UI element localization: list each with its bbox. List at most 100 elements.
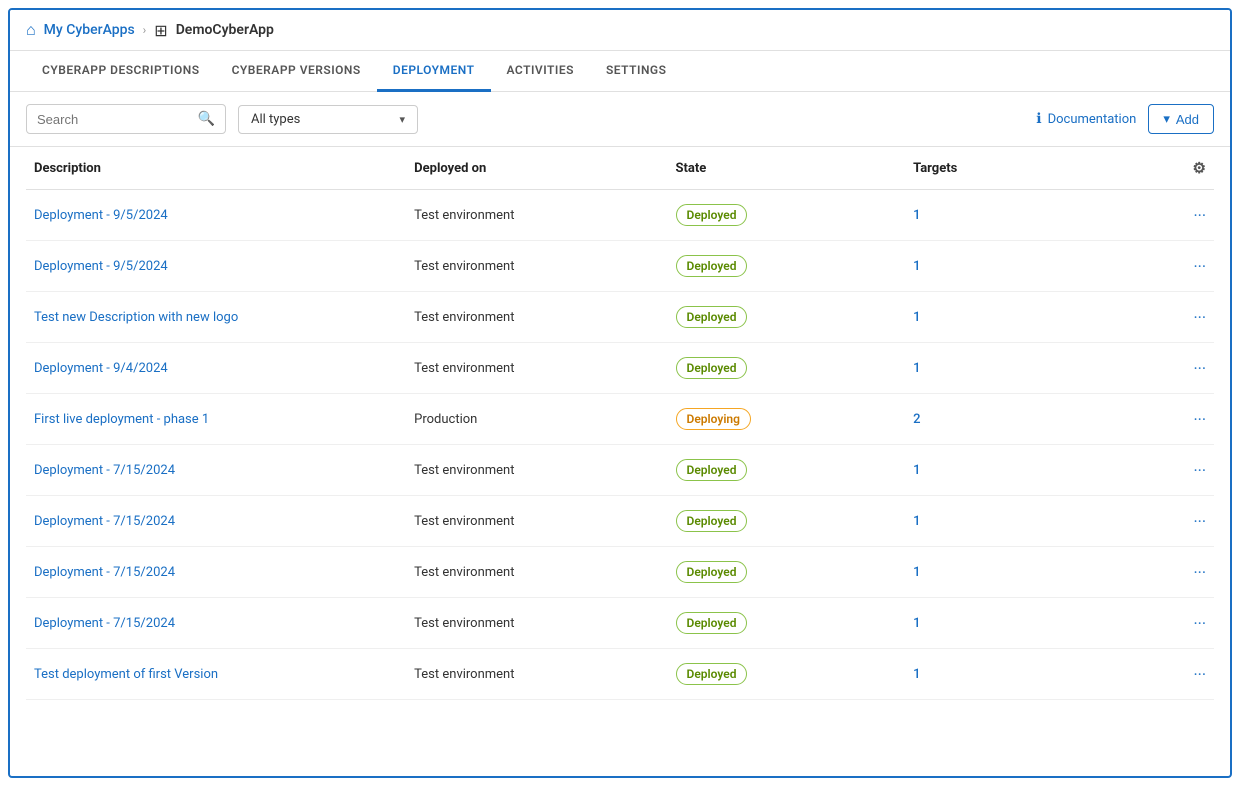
add-button[interactable]: ▾ Add — [1148, 104, 1214, 134]
cell-description: Deployment - 9/5/2024 — [26, 241, 406, 292]
cell-actions: ··· — [1119, 496, 1214, 547]
more-options-icon[interactable]: ··· — [1127, 512, 1206, 531]
cell-deployed-on: Test environment — [406, 343, 667, 394]
description-link[interactable]: Deployment - 9/5/2024 — [34, 259, 168, 274]
gear-icon[interactable]: ⚙ — [1193, 159, 1206, 177]
cell-targets: 1 — [905, 292, 1119, 343]
tab-deployment[interactable]: DEPLOYMENT — [377, 51, 491, 92]
targets-count[interactable]: 2 — [913, 412, 920, 427]
cell-targets: 1 — [905, 190, 1119, 241]
tab-versions[interactable]: CYBERAPP VERSIONS — [216, 51, 377, 92]
cell-description: Deployment - 7/15/2024 — [26, 547, 406, 598]
targets-count[interactable]: 1 — [913, 259, 920, 274]
cell-targets: 1 — [905, 547, 1119, 598]
state-badge: Deployed — [676, 612, 748, 634]
description-link[interactable]: Deployment - 7/15/2024 — [34, 463, 175, 478]
targets-count[interactable]: 1 — [913, 208, 920, 223]
home-icon: ⌂ — [26, 20, 36, 40]
targets-count[interactable]: 1 — [913, 463, 920, 478]
description-link[interactable]: Deployment - 9/4/2024 — [34, 361, 168, 376]
cell-deployed-on: Test environment — [406, 190, 667, 241]
more-options-icon[interactable]: ··· — [1127, 257, 1206, 276]
cell-targets: 1 — [905, 649, 1119, 700]
description-link[interactable]: Deployment - 7/15/2024 — [34, 616, 175, 631]
breadcrumb-current: DemoCyberApp — [176, 22, 274, 38]
table-row: Deployment - 7/15/2024 Test environment … — [26, 547, 1214, 598]
main-container: ⌂ My CyberApps › ⊞ DemoCyberApp CYBERAPP… — [8, 8, 1232, 778]
cell-state: Deployed — [668, 343, 906, 394]
search-box[interactable]: 🔍 — [26, 104, 226, 134]
col-header-description: Description — [26, 147, 406, 190]
cell-description: Test new Description with new logo — [26, 292, 406, 343]
description-link[interactable]: Deployment - 7/15/2024 — [34, 514, 175, 529]
cell-description: First live deployment - phase 1 — [26, 394, 406, 445]
state-badge: Deployed — [676, 510, 748, 532]
cell-description: Deployment - 9/4/2024 — [26, 343, 406, 394]
state-badge: Deployed — [676, 459, 748, 481]
more-options-icon[interactable]: ··· — [1127, 308, 1206, 327]
filter-label: All types — [251, 112, 300, 127]
targets-count[interactable]: 1 — [913, 565, 920, 580]
description-link[interactable]: Deployment - 9/5/2024 — [34, 208, 168, 223]
cell-state: Deployed — [668, 445, 906, 496]
description-link[interactable]: Test new Description with new logo — [34, 310, 238, 325]
cell-deployed-on: Test environment — [406, 241, 667, 292]
breadcrumb-home-link[interactable]: My CyberApps — [44, 22, 135, 38]
targets-count[interactable]: 1 — [913, 514, 920, 529]
chevron-down-icon-add: ▾ — [1163, 111, 1170, 127]
type-filter-dropdown[interactable]: All types ▾ — [238, 105, 418, 134]
col-header-targets: Targets — [905, 147, 1119, 190]
more-options-icon[interactable]: ··· — [1127, 206, 1206, 225]
grid-icon: ⊞ — [154, 21, 167, 40]
cell-actions: ··· — [1119, 394, 1214, 445]
search-input[interactable] — [37, 112, 192, 127]
cell-description: Deployment - 9/5/2024 — [26, 190, 406, 241]
description-link[interactable]: Deployment - 7/15/2024 — [34, 565, 175, 580]
cell-deployed-on: Test environment — [406, 292, 667, 343]
add-label: Add — [1176, 112, 1199, 127]
cell-deployed-on: Test environment — [406, 496, 667, 547]
state-badge: Deployed — [676, 663, 748, 685]
tab-descriptions[interactable]: CYBERAPP DESCRIPTIONS — [26, 51, 216, 92]
tab-activities[interactable]: ACTIVITIES — [491, 51, 590, 92]
col-header-deployed-on: Deployed on — [406, 147, 667, 190]
more-options-icon[interactable]: ··· — [1127, 410, 1206, 429]
cell-deployed-on: Test environment — [406, 445, 667, 496]
targets-count[interactable]: 1 — [913, 616, 920, 631]
tab-settings[interactable]: SETTINGS — [590, 51, 683, 92]
cell-state: Deployed — [668, 496, 906, 547]
cell-targets: 1 — [905, 445, 1119, 496]
description-link[interactable]: Test deployment of first Version — [34, 667, 218, 682]
state-badge: Deployed — [676, 255, 748, 277]
cell-actions: ··· — [1119, 649, 1214, 700]
more-options-icon[interactable]: ··· — [1127, 563, 1206, 582]
cell-state: Deployed — [668, 547, 906, 598]
cell-deployed-on: Test environment — [406, 649, 667, 700]
more-options-icon[interactable]: ··· — [1127, 614, 1206, 633]
state-badge: Deployed — [676, 357, 748, 379]
more-options-icon[interactable]: ··· — [1127, 665, 1206, 684]
cell-targets: 1 — [905, 241, 1119, 292]
cell-actions: ··· — [1119, 292, 1214, 343]
col-header-actions[interactable]: ⚙ — [1119, 147, 1214, 190]
col-header-state: State — [668, 147, 906, 190]
more-options-icon[interactable]: ··· — [1127, 461, 1206, 480]
cell-state: Deployed — [668, 598, 906, 649]
chevron-down-icon: ▾ — [399, 113, 405, 126]
cell-targets: 1 — [905, 496, 1119, 547]
description-link[interactable]: First live deployment - phase 1 — [34, 412, 209, 427]
table-row: Test new Description with new logo Test … — [26, 292, 1214, 343]
targets-count[interactable]: 1 — [913, 310, 920, 325]
cell-state: Deployed — [668, 292, 906, 343]
cell-description: Deployment - 7/15/2024 — [26, 445, 406, 496]
search-icon: 🔍 — [198, 111, 215, 127]
cell-targets: 1 — [905, 343, 1119, 394]
documentation-link[interactable]: ℹ Documentation — [1036, 111, 1136, 127]
more-options-icon[interactable]: ··· — [1127, 359, 1206, 378]
targets-count[interactable]: 1 — [913, 667, 920, 682]
cell-targets: 2 — [905, 394, 1119, 445]
cell-actions: ··· — [1119, 190, 1214, 241]
cell-deployed-on: Production — [406, 394, 667, 445]
targets-count[interactable]: 1 — [913, 361, 920, 376]
table-row: Deployment - 7/15/2024 Test environment … — [26, 598, 1214, 649]
